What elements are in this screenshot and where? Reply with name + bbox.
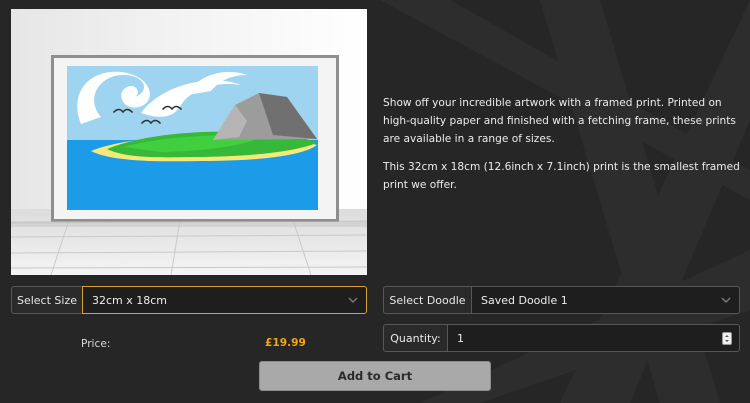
chevron-down-icon xyxy=(348,297,358,303)
size-select-value: 32cm x 18cm xyxy=(92,293,168,307)
chevron-down-icon xyxy=(721,297,731,303)
spinner-arrows-icon[interactable] xyxy=(722,332,732,345)
quantity-value: 1 xyxy=(457,331,464,345)
quantity-group: Quantity: 1 xyxy=(383,324,740,352)
quantity-label: Quantity: xyxy=(383,324,447,352)
quantity-stepper[interactable]: 1 xyxy=(447,324,740,352)
price-label: Price: xyxy=(81,338,111,350)
product-description: Show off your incredible artwork with a … xyxy=(383,94,743,194)
doodle-select-group: Select Doodle Saved Doodle 1 xyxy=(383,286,740,314)
add-to-cart-button[interactable]: Add to Cart xyxy=(259,361,491,391)
price-value: £19.99 xyxy=(265,337,306,349)
doodle-select-label: Select Doodle xyxy=(383,286,471,314)
description-paragraph: Show off your incredible artwork with a … xyxy=(383,97,736,146)
product-photo xyxy=(11,9,367,275)
doodle-select[interactable]: Saved Doodle 1 xyxy=(471,286,740,314)
description-paragraph: This 32cm x 18cm (12.6inch x 7.1inch) pr… xyxy=(383,160,740,191)
size-select[interactable]: 32cm x 18cm xyxy=(82,286,367,314)
size-select-group: Select Size 32cm x 18cm xyxy=(11,286,367,314)
size-select-label: Select Size xyxy=(11,286,82,314)
doodle-select-value: Saved Doodle 1 xyxy=(481,293,568,307)
